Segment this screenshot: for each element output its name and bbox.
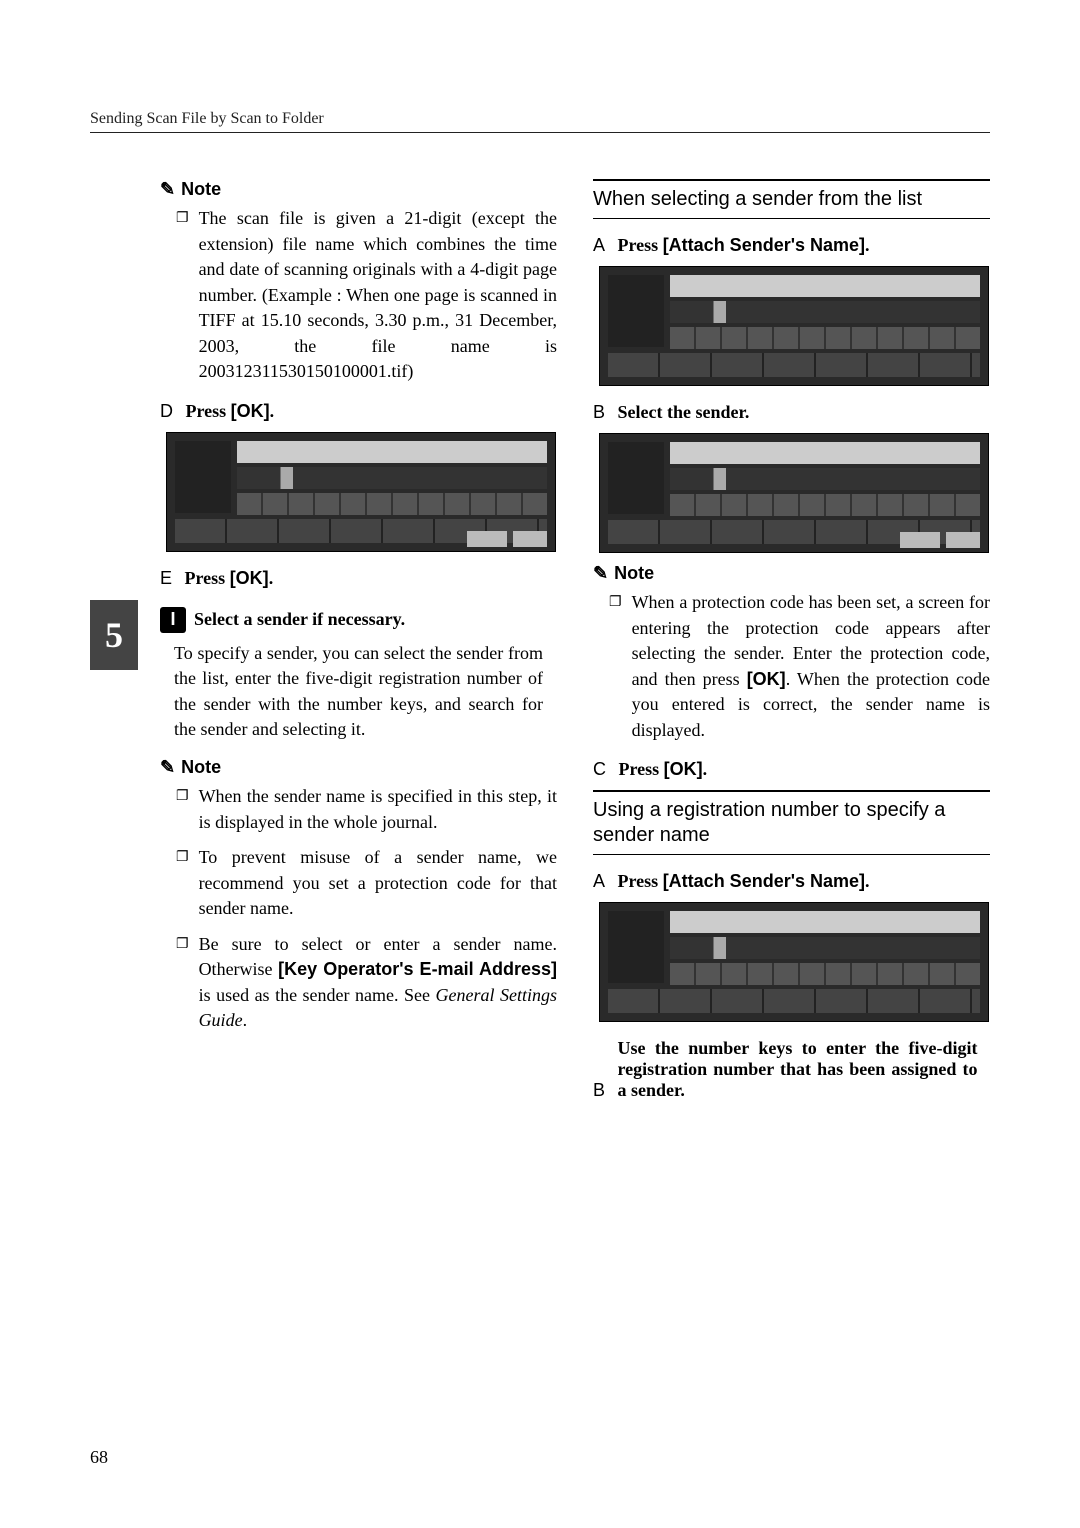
note-text: The scan file is given a 21-digit (excep… — [199, 206, 557, 385]
substep-e: E Press [OK]. — [160, 568, 557, 589]
screenshot-figure — [599, 902, 989, 1022]
page-number: 68 — [90, 1447, 108, 1468]
note-text: When a protection code has been set, a s… — [632, 590, 990, 743]
page: Sending Scan File by Scan to Folder 5 No… — [0, 0, 1080, 1528]
pencil-icon — [160, 179, 181, 200]
note-item: ❐ Be sure to select or enter a sender na… — [160, 932, 557, 1034]
note-text: When the sender name is specified in thi… — [199, 784, 557, 835]
step-text: Select the sender. — [618, 402, 750, 422]
note-item: ❐ When the sender name is specified in t… — [160, 784, 557, 835]
note-text: Be sure to select or enter a sender name… — [199, 932, 557, 1034]
attach-sender-name-label: [Attach Sender's Name] — [663, 871, 865, 891]
note-item: ❐ The scan file is given a 21-digit (exc… — [160, 206, 557, 385]
note-item: ❐ To prevent misuse of a sender name, we… — [160, 845, 557, 922]
ok-key-label: [OK] — [664, 759, 703, 779]
step-letter: B — [593, 1080, 605, 1100]
note-heading: Note — [160, 757, 557, 778]
chapter-tab: 5 — [90, 600, 138, 670]
bullet-icon: ❐ — [609, 594, 622, 743]
bullet-icon: ❐ — [176, 936, 189, 1034]
section-heading: When selecting a sender from the list — [593, 179, 990, 219]
step-letter: A — [593, 235, 605, 255]
substep-c: C Press [OK]. — [593, 759, 990, 780]
running-header: Sending Scan File by Scan to Folder — [90, 110, 990, 133]
ok-key-label: [OK] — [231, 401, 270, 421]
key-operator-email-label: [Key Operator's E-mail Address] — [278, 959, 557, 979]
ok-key-label: [OK] — [747, 669, 786, 689]
substep-a2: A Press [Attach Sender's Name]. — [593, 871, 990, 892]
step-text-post: . — [270, 401, 275, 421]
substep-b2: B Use the number keys to enter the five-… — [593, 1038, 990, 1101]
note-label: Note — [181, 179, 221, 200]
step-9: I Select a sender if necessary. — [160, 607, 557, 633]
pencil-icon — [160, 757, 181, 778]
left-column: Note ❐ The scan file is given a 21-digit… — [160, 173, 557, 1111]
bullet-icon: ❐ — [176, 788, 189, 835]
step-number-badge: I — [160, 607, 186, 633]
step-text-pre: Press — [185, 568, 230, 588]
substep-a: A Press [Attach Sender's Name]. — [593, 235, 990, 256]
step-title: Select a sender if necessary. — [194, 609, 405, 630]
note-heading: Note — [160, 179, 557, 200]
body-paragraph: To specify a sender, you can select the … — [174, 641, 543, 743]
screenshot-figure — [166, 432, 556, 552]
step-text: Use the number keys to enter the five-di… — [618, 1038, 978, 1101]
attach-sender-name-label: [Attach Sender's Name] — [663, 235, 865, 255]
note-text: To prevent misuse of a sender name, we r… — [199, 845, 557, 922]
step-letter: B — [593, 402, 605, 422]
pencil-icon — [593, 563, 614, 584]
step-text-pre: Press — [186, 401, 231, 421]
step-letter: A — [593, 871, 605, 891]
screenshot-figure — [599, 433, 989, 553]
step-text-post: . — [269, 568, 274, 588]
substep-d: D Press [OK]. — [160, 401, 557, 422]
substep-b: B Select the sender. — [593, 402, 990, 423]
note-label: Note — [181, 757, 221, 778]
note-heading: Note — [593, 563, 990, 584]
screenshot-figure — [599, 266, 989, 386]
step-letter: E — [160, 568, 172, 588]
step-letter: C — [593, 759, 606, 779]
note-item: ❐ When a protection code has been set, a… — [593, 590, 990, 743]
note-label: Note — [614, 563, 654, 584]
step-letter: D — [160, 401, 173, 421]
two-column-layout: Note ❐ The scan file is given a 21-digit… — [160, 173, 990, 1111]
ok-key-label: [OK] — [230, 568, 269, 588]
bullet-icon: ❐ — [176, 849, 189, 922]
bullet-icon: ❐ — [176, 210, 189, 385]
right-column: When selecting a sender from the list A … — [593, 173, 990, 1111]
section-heading: Using a registration number to specify a… — [593, 790, 990, 855]
